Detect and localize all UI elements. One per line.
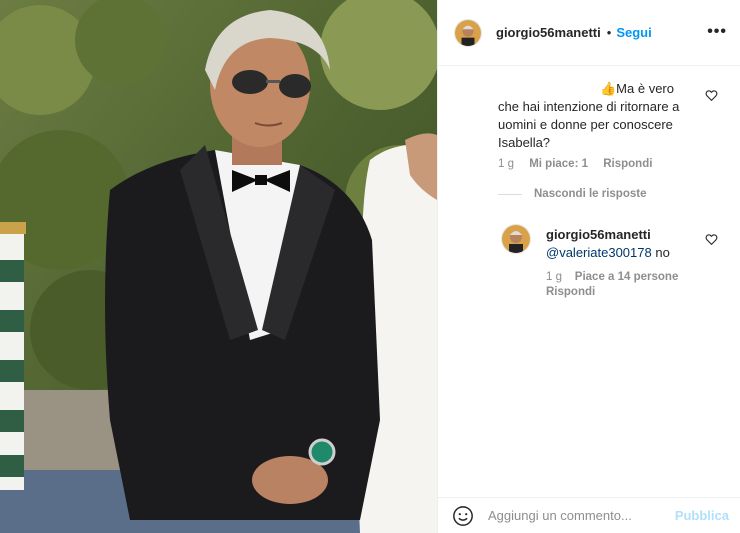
heart-icon[interactable] — [705, 233, 718, 246]
avatar-icon[interactable] — [454, 18, 482, 47]
heart-icon[interactable] — [705, 89, 718, 102]
comment-input[interactable] — [488, 508, 658, 523]
reply-time: 1 g — [546, 271, 562, 283]
photo-man-in-tuxedo — [0, 0, 437, 533]
instagram-post: giorgio56manetti • Segui ••• 👍Ma è vero … — [0, 0, 740, 533]
more-options-button[interactable]: ••• — [707, 24, 727, 40]
comment-reply-button[interactable]: Rispondi — [603, 158, 652, 170]
comment-time: 1 g — [498, 158, 514, 170]
reply-meta: 1 g Piace a 14 persone Rispondi — [546, 270, 706, 300]
reply-likes[interactable]: Piace a 14 persone — [575, 271, 679, 283]
avatar-icon[interactable] — [501, 224, 531, 254]
post-header: giorgio56manetti • Segui ••• — [438, 0, 740, 66]
comment-text: 👍Ma è vero che hai intenzione di ritorna… — [498, 81, 680, 150]
reply-username[interactable]: giorgio56manetti — [546, 226, 716, 244]
comment-likes[interactable]: Mi piace: 1 — [529, 158, 588, 170]
header-separator: • — [606, 25, 612, 40]
smiley-icon[interactable] — [452, 505, 474, 527]
post-photo — [0, 0, 437, 533]
reply-body: giorgio56manetti @valeriate300178 no — [546, 226, 716, 262]
comment-meta: 1 g Mi piace: 1 Rispondi — [498, 158, 664, 170]
follow-button[interactable]: Segui — [616, 25, 651, 40]
reply-reply-button[interactable]: Rispondi — [546, 286, 595, 298]
comment: 👍Ma è vero che hai intenzione di ritorna… — [498, 80, 698, 152]
hide-replies-label: Nascondi le risposte — [534, 188, 647, 200]
divider-line — [498, 193, 522, 195]
publish-button[interactable]: Pubblica — [675, 508, 729, 523]
reply-mention[interactable]: @valeriate300178 — [546, 245, 652, 260]
hide-replies-button[interactable]: Nascondi le risposte — [498, 188, 646, 200]
reply-text: no — [655, 245, 670, 260]
header-username[interactable]: giorgio56manetti — [496, 25, 601, 40]
comments-panel: giorgio56manetti • Segui ••• 👍Ma è vero … — [437, 0, 740, 533]
add-comment-bar: Pubblica — [438, 497, 740, 533]
